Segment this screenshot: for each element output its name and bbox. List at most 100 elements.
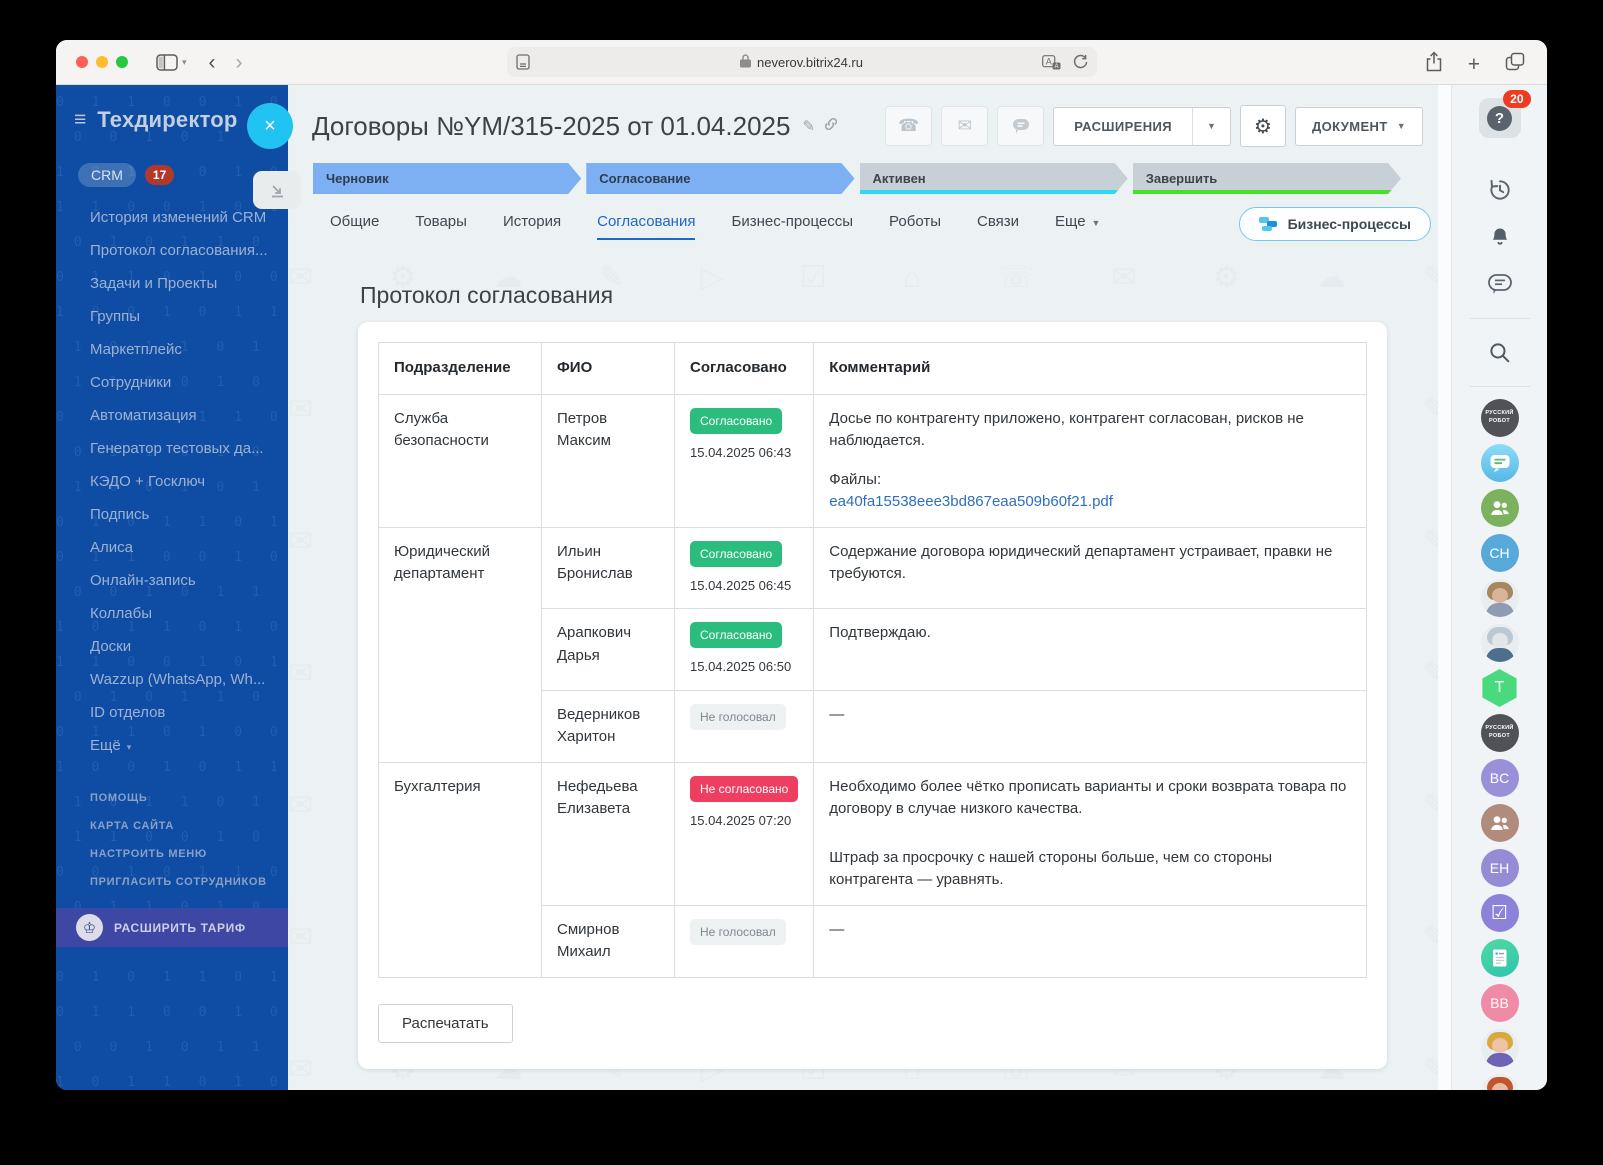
address-bar[interactable]: neverov.bitrix24.ru AA bbox=[506, 47, 1097, 77]
call-button[interactable]: ☎ bbox=[885, 106, 933, 146]
avatar[interactable] bbox=[1480, 624, 1519, 662]
status-badge: Согласовано bbox=[690, 540, 783, 567]
sidebar-item-id-отделов[interactable]: ID отделов bbox=[56, 696, 288, 729]
print-button[interactable]: Распечатать bbox=[378, 1003, 513, 1043]
sidebar-item-группы[interactable]: Группы bbox=[56, 300, 288, 333]
sidebar-item-онлайн-запись[interactable]: Онлайн-запись bbox=[56, 564, 288, 597]
forward-button[interactable]: › bbox=[236, 52, 243, 73]
settings-gear-button[interactable]: ⚙ bbox=[1239, 105, 1286, 147]
avatar[interactable]: РУССКИЙ РОБОТ bbox=[1480, 399, 1519, 437]
extensions-dropdown-arrow[interactable]: ▼ bbox=[1192, 107, 1230, 145]
sidebar-footer-item[interactable]: ПОМОЩЬ bbox=[56, 784, 288, 812]
tab-роботы[interactable]: Роботы bbox=[889, 207, 941, 240]
sidebar-item-генератор-тестовых-да-[interactable]: Генератор тестовых да... bbox=[56, 432, 288, 465]
translate-icon[interactable]: AA bbox=[1041, 54, 1061, 75]
avatar[interactable]: РУССКИЙ РОБОТ bbox=[1480, 714, 1519, 752]
tab-бизнес-процессы[interactable]: Бизнес-процессы bbox=[731, 207, 853, 240]
stage-активен[interactable]: Активен bbox=[860, 163, 1128, 194]
sidebar-item-задачи-и-проекты[interactable]: Задачи и Проекты bbox=[56, 267, 288, 300]
tab-еще[interactable]: Еще ▼ bbox=[1055, 207, 1100, 240]
table-row: Юридический департамент Ильин Бронислав Со… bbox=[378, 526, 1367, 763]
avatar[interactable] bbox=[1480, 1074, 1519, 1090]
reload-icon[interactable] bbox=[1073, 54, 1088, 75]
tab-согласования[interactable]: Согласования bbox=[597, 207, 696, 240]
close-window-button[interactable] bbox=[76, 56, 88, 68]
sidebar-item-кэдо-госключ[interactable]: КЭДО + Госключ bbox=[56, 465, 288, 498]
extensions-button[interactable]: РАСШИРЕНИЯ bbox=[1054, 108, 1192, 145]
svg-text:A: A bbox=[1045, 56, 1051, 66]
avatar[interactable] bbox=[1480, 1029, 1519, 1067]
column-header-status: Согласовано bbox=[673, 342, 815, 395]
tab-связи[interactable]: Связи bbox=[977, 207, 1019, 240]
sidebar-item-протокол-согласования-[interactable]: Протокол согласования... bbox=[56, 234, 288, 267]
sidebar-item-доски[interactable]: Доски bbox=[56, 630, 288, 663]
avatar[interactable] bbox=[1480, 939, 1519, 977]
sidebar-footer-item[interactable]: НАСТРОИТЬ МЕНЮ bbox=[56, 840, 288, 868]
avatar[interactable]: ☑ bbox=[1480, 894, 1519, 932]
department-cell: Бухгалтерия bbox=[378, 761, 542, 978]
stage-pipeline: Черновик Согласование Активен Завершить bbox=[313, 163, 1401, 194]
crm-section-pill[interactable]: CRM bbox=[78, 163, 136, 187]
avatar-photo bbox=[1481, 579, 1519, 617]
sidebar-item-алиса[interactable]: Алиса bbox=[56, 531, 288, 564]
avatar[interactable]: CH bbox=[1480, 534, 1519, 572]
upgrade-tariff-button[interactable]: ♔ РАСШИРИТЬ ТАРИФ bbox=[56, 908, 288, 947]
sidebar-footer-item[interactable]: ПРИГЛАСИТЬ СОТРУДНИКОВ bbox=[56, 868, 288, 896]
comment-paragraph: — bbox=[829, 705, 845, 723]
comment-cell: Досье по контрагенту приложено, контраге… bbox=[813, 393, 1367, 528]
stage-черновик[interactable]: Черновик bbox=[313, 163, 581, 194]
tab-история[interactable]: История bbox=[503, 207, 561, 240]
sidebar-footer-item[interactable]: КАРТА САЙТА bbox=[56, 812, 288, 840]
chat-button[interactable] bbox=[997, 106, 1045, 146]
person-cell: Петров Максим bbox=[541, 393, 675, 528]
tab-overview-icon[interactable] bbox=[1505, 52, 1525, 76]
person-cell: Ильин Бронислав bbox=[541, 526, 675, 609]
history-icon[interactable] bbox=[1479, 169, 1521, 211]
avatar[interactable] bbox=[1480, 489, 1519, 527]
chevron-down-icon[interactable]: ▾ bbox=[182, 57, 187, 68]
new-tab-icon[interactable]: + bbox=[1468, 54, 1480, 75]
sidebar-item-автоматизация[interactable]: Автоматизация bbox=[56, 399, 288, 432]
file-link[interactable]: ea40fa15538eee3bd867eaa509b60f21.pdf bbox=[829, 493, 1113, 510]
sidebar-item-история-изменений-crm[interactable]: История изменений CRM bbox=[56, 201, 288, 234]
stage-согласование[interactable]: Согласование bbox=[586, 163, 854, 194]
avatar[interactable]: T bbox=[1482, 669, 1517, 707]
sidebar-item-ещё[interactable]: Ещё ▾ bbox=[56, 729, 288, 762]
notifications-icon[interactable] bbox=[1479, 216, 1521, 258]
stage-завершить[interactable]: Завершить bbox=[1133, 163, 1401, 194]
messenger-icon[interactable] bbox=[1479, 263, 1521, 305]
status-badge: Согласовано bbox=[690, 622, 783, 648]
minimize-window-button[interactable] bbox=[96, 56, 108, 68]
scrollbar-track[interactable] bbox=[1438, 85, 1451, 1090]
share-icon[interactable] bbox=[1425, 51, 1443, 77]
menu-icon[interactable]: ≡ bbox=[74, 108, 86, 132]
zoom-window-button[interactable] bbox=[116, 56, 128, 68]
status-cell: Согласовано 15.04.2025 06:43 bbox=[673, 393, 815, 528]
status-datetime: 15.04.2025 06:50 bbox=[690, 659, 792, 674]
avatar[interactable]: BC bbox=[1480, 759, 1519, 797]
collapse-menu-button[interactable] bbox=[253, 171, 301, 209]
sidebar-item-сотрудники[interactable]: Сотрудники bbox=[56, 366, 288, 399]
sidebar-item-подпись[interactable]: Подпись bbox=[56, 498, 288, 531]
back-button[interactable]: ‹ bbox=[209, 52, 216, 73]
close-menu-button[interactable]: × bbox=[247, 103, 293, 149]
avatar[interactable] bbox=[1480, 444, 1519, 482]
email-button[interactable]: ✉ bbox=[941, 106, 989, 146]
sidebar-item-wazzup-whatsapp-wh-[interactable]: Wazzup (WhatsApp, Wh... bbox=[56, 663, 288, 696]
table-row: Бухгалтерия Нефедьева Елизавета Не согласо… bbox=[378, 761, 1367, 978]
avatar[interactable]: BB bbox=[1480, 984, 1519, 1022]
edit-title-icon[interactable]: ✎ bbox=[802, 117, 815, 135]
sidebar-item-коллабы[interactable]: Коллабы bbox=[56, 597, 288, 630]
avatar[interactable]: EH bbox=[1480, 849, 1519, 887]
sidebar-item-маркетплейс[interactable]: Маркетплейс bbox=[56, 333, 288, 366]
tab-общие[interactable]: Общие bbox=[330, 207, 379, 240]
avatar[interactable] bbox=[1480, 579, 1519, 617]
tab-товары[interactable]: Товары bbox=[415, 207, 467, 240]
reader-view-icon[interactable] bbox=[515, 54, 532, 75]
copy-link-icon[interactable] bbox=[823, 116, 839, 137]
avatar[interactable] bbox=[1480, 804, 1519, 842]
search-icon[interactable] bbox=[1479, 331, 1521, 373]
business-processes-button[interactable]: Бизнес-процессы bbox=[1238, 206, 1431, 241]
document-button[interactable]: ДОКУМЕНТ ▼ bbox=[1294, 106, 1423, 146]
sidebar-toggle-icon[interactable] bbox=[156, 53, 178, 71]
